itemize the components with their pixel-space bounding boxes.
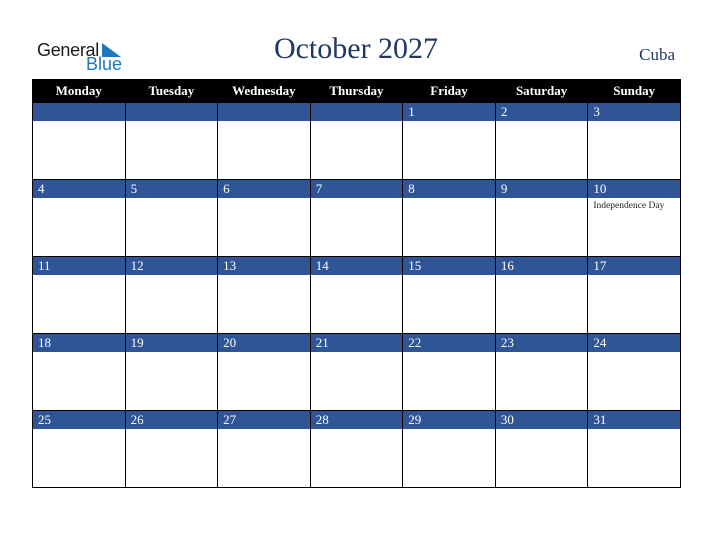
day-cell[interactable]: 4 [32, 179, 126, 257]
day-cell[interactable]: 20 [217, 333, 311, 411]
day-number: 7 [310, 180, 403, 198]
day-number [33, 103, 125, 121]
day-cell[interactable]: 10 Independence Day [587, 179, 681, 257]
day-cell[interactable]: 11 [32, 256, 126, 334]
day-number: 21 [310, 334, 403, 352]
day-number: 16 [495, 257, 588, 275]
day-cell[interactable]: 3 [587, 102, 681, 180]
weekday-header: Saturday [494, 79, 589, 103]
day-number: 25 [33, 411, 125, 429]
day-cell[interactable]: 15 [402, 256, 496, 334]
day-number: 27 [218, 411, 310, 429]
day-cell[interactable]: 19 [124, 333, 219, 411]
day-cell[interactable]: 6 [217, 179, 311, 257]
day-cell[interactable]: 27 [217, 410, 311, 488]
day-cell[interactable]: 14 [309, 256, 404, 334]
day-cell[interactable]: 12 [124, 256, 219, 334]
day-number [125, 103, 218, 121]
day-cell[interactable]: 30 [494, 410, 589, 488]
day-cell[interactable]: 17 [587, 256, 681, 334]
day-cell[interactable] [309, 102, 404, 180]
day-cell[interactable]: 25 [32, 410, 126, 488]
week-row: 11 12 13 14 15 16 17 [32, 256, 681, 334]
day-number: 12 [125, 257, 218, 275]
day-cell[interactable]: 5 [124, 179, 219, 257]
day-number: 24 [588, 334, 680, 352]
weekday-header: Thursday [309, 79, 404, 103]
day-number: 10 [588, 180, 680, 198]
day-cell[interactable]: 29 [402, 410, 496, 488]
day-number: 2 [495, 103, 588, 121]
day-number: 6 [218, 180, 310, 198]
day-number: 17 [588, 257, 680, 275]
day-cell[interactable]: 9 [494, 179, 589, 257]
day-cell[interactable]: 24 [587, 333, 681, 411]
day-cell[interactable]: 8 [402, 179, 496, 257]
weekday-header: Tuesday [124, 79, 219, 103]
day-number: 26 [125, 411, 218, 429]
day-number: 18 [33, 334, 125, 352]
day-cell[interactable]: 13 [217, 256, 311, 334]
day-cell[interactable]: 18 [32, 333, 126, 411]
calendar-title: October 2027 [273, 32, 439, 65]
day-number: 13 [218, 257, 310, 275]
day-number: 1 [403, 103, 495, 121]
day-number: 31 [588, 411, 680, 429]
day-number: 3 [588, 103, 680, 121]
day-cell[interactable]: 26 [124, 410, 219, 488]
day-cell[interactable]: 21 [309, 333, 404, 411]
day-number [218, 103, 310, 121]
day-cell[interactable]: 2 [494, 102, 589, 180]
weekday-header: Monday [32, 79, 126, 103]
day-cell[interactable]: 31 [587, 410, 681, 488]
day-number: 14 [310, 257, 403, 275]
weekday-header: Friday [402, 79, 496, 103]
day-cell[interactable]: 1 [402, 102, 496, 180]
day-number: 30 [495, 411, 588, 429]
weekday-header: Wednesday [217, 79, 311, 103]
country-label: Cuba [639, 45, 675, 64]
day-number: 19 [125, 334, 218, 352]
day-cell[interactable] [32, 102, 126, 180]
holiday-event: Independence Day [593, 201, 665, 211]
day-number: 15 [403, 257, 495, 275]
week-row: 25 26 27 28 29 30 31 [32, 410, 681, 488]
day-number: 11 [33, 257, 125, 275]
calendar-grid: Monday Tuesday Wednesday Thursday Friday… [32, 79, 681, 488]
day-number: 9 [495, 180, 588, 198]
day-cell[interactable]: 23 [494, 333, 589, 411]
weekday-header: Sunday [587, 79, 681, 103]
day-number: 4 [33, 180, 125, 198]
week-row: 4 5 6 7 8 9 10 Independence Day [32, 179, 681, 257]
week-row: 123 [32, 102, 681, 180]
day-number: 29 [403, 411, 495, 429]
day-cell[interactable]: 28 [309, 410, 404, 488]
day-cell[interactable]: 7 [309, 179, 404, 257]
day-number: 8 [403, 180, 495, 198]
day-cell[interactable] [217, 102, 311, 180]
day-number: 5 [125, 180, 218, 198]
week-row: 18 19 20 21 22 23 24 [32, 333, 681, 411]
day-number: 22 [403, 334, 495, 352]
day-cell[interactable]: 22 [402, 333, 496, 411]
day-number: 20 [218, 334, 310, 352]
day-cell[interactable]: 16 [494, 256, 589, 334]
weekday-header-row: Monday Tuesday Wednesday Thursday Friday… [32, 79, 681, 103]
day-number: 23 [495, 334, 588, 352]
day-number: 28 [310, 411, 403, 429]
day-cell[interactable] [124, 102, 219, 180]
day-number [310, 103, 403, 121]
